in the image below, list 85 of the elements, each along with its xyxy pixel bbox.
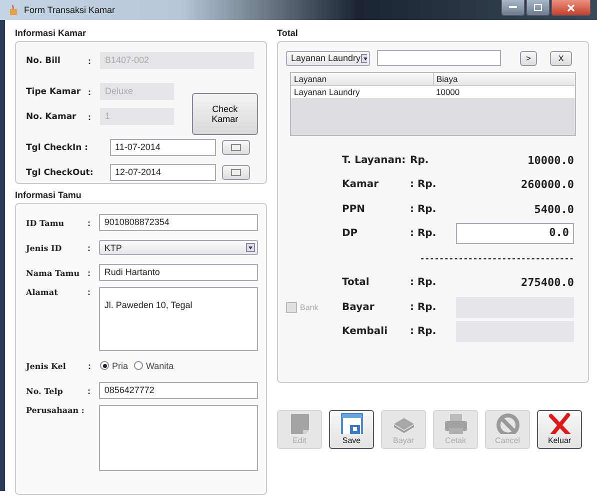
dropdown-arrow-icon <box>360 54 367 62</box>
field-label: No. Kamar <box>26 112 78 122</box>
currency-label: : Rp. <box>410 204 438 215</box>
colon-label: : <box>88 112 92 122</box>
service-dropdown[interactable]: Layanan Laundry <box>286 50 370 66</box>
prohibited-icon <box>496 413 520 434</box>
save-button[interactable]: Save <box>329 410 374 449</box>
date-field[interactable]: 11-07-2014 <box>110 139 216 156</box>
currency-label: : Rp. <box>410 228 438 240</box>
colon-label: : <box>87 218 92 228</box>
currency-label: Rp. <box>410 154 430 166</box>
summary-label: T. Layanan: <box>342 154 407 166</box>
text-field[interactable]: 0856427772 <box>99 382 258 399</box>
column-header[interactable]: Layanan <box>291 73 434 85</box>
cross-icon <box>548 413 572 434</box>
text-area[interactable] <box>99 405 258 471</box>
summary-label: Kembali <box>342 326 389 338</box>
colon-label: : <box>87 287 92 297</box>
save-icon <box>340 413 362 434</box>
radio-button[interactable]: Wanita <box>134 360 174 370</box>
currency-label: : Rp. <box>410 277 438 288</box>
add-button[interactable]: > <box>520 50 537 66</box>
section-title: Informasi Tamu <box>15 190 82 200</box>
amount-value: 10000.0 <box>526 154 574 167</box>
calendar-icon <box>231 144 241 151</box>
amount-field[interactable]: 0.0 <box>456 223 574 244</box>
printer-icon <box>444 413 468 434</box>
dropdown-value: KTP <box>104 242 122 252</box>
dropdown[interactable]: KTP <box>99 240 258 255</box>
date-field[interactable]: 12-07-2014 <box>110 164 216 181</box>
summary-label: DP <box>342 228 359 240</box>
amount-value: 5400.0 <box>533 202 574 216</box>
close-icon <box>567 4 575 12</box>
maximize-button[interactable] <box>526 0 550 16</box>
field-label: Alamat <box>26 287 59 297</box>
column-header[interactable]: Biaya <box>434 73 575 85</box>
summary-label: PPN <box>342 204 366 215</box>
text-field[interactable]: 9010808872354 <box>99 214 258 231</box>
summary-label: Kamar <box>342 179 380 190</box>
currency-label: : Rp. <box>410 179 438 190</box>
colon-label: : <box>88 86 92 96</box>
table-cell-text: Layanan Laundry <box>293 86 361 98</box>
field-label: Nama Tamu <box>26 268 81 278</box>
amount-value: 260000.0 <box>520 178 574 192</box>
colon-label: : <box>88 56 92 66</box>
colon-label: : <box>87 386 92 396</box>
minimize-button[interactable] <box>501 0 525 16</box>
field-label: Jenis ID <box>26 242 63 252</box>
note-icon <box>288 413 310 434</box>
calendar-button[interactable] <box>222 165 250 180</box>
radio-button[interactable]: Pria <box>100 360 128 370</box>
close-button[interactable] <box>551 0 591 16</box>
exit-button[interactable]: Keluar <box>537 410 582 449</box>
dropdown-value: Layanan Laundry <box>291 53 361 63</box>
field-label: Perusahaan : <box>26 405 86 415</box>
colon-label: : <box>88 360 92 370</box>
table-row[interactable]: Layanan Laundry 10000 <box>291 86 575 98</box>
summary-label: Total <box>342 277 370 288</box>
colon-label: : <box>87 268 92 278</box>
text-area[interactable]: Jl. Paweden 10, Tegal <box>99 287 258 351</box>
calendar-icon <box>231 169 241 176</box>
window-title: Form Transaksi Kamar <box>24 5 116 15</box>
field-label: Tgl CheckOut: <box>26 168 94 178</box>
maximize-icon <box>534 4 542 11</box>
text-field[interactable]: Rudi Hartanto <box>99 264 258 281</box>
currency-label: : Rp. <box>410 302 438 313</box>
summary-label: Bayar <box>342 302 376 313</box>
minimize-icon <box>509 6 517 9</box>
currency-label: : Rp. <box>410 326 438 338</box>
field-label: Jenis Kel <box>26 360 67 370</box>
section-title: Informasi Kamar <box>15 28 88 38</box>
section-title: Total <box>277 28 299 38</box>
field-label: No. Telp <box>26 386 64 396</box>
calendar-button[interactable] <box>222 140 250 155</box>
table-cell-text: 10000 <box>435 86 461 98</box>
check-kamar-button[interactable]: Check Kamar <box>192 93 258 135</box>
service-input[interactable] <box>377 50 501 66</box>
field-label: No. Bill <box>26 56 62 66</box>
field-label: ID Tamu <box>26 218 66 228</box>
field-label: Tgl CheckIn : <box>26 142 90 152</box>
colon-label: : <box>87 242 92 252</box>
remove-button[interactable]: X <box>550 50 572 66</box>
amount-value: 275400.0 <box>520 276 574 290</box>
dashed-separator: -------------------------------- <box>418 254 574 263</box>
field-label: Tipe Kamar <box>26 86 82 96</box>
